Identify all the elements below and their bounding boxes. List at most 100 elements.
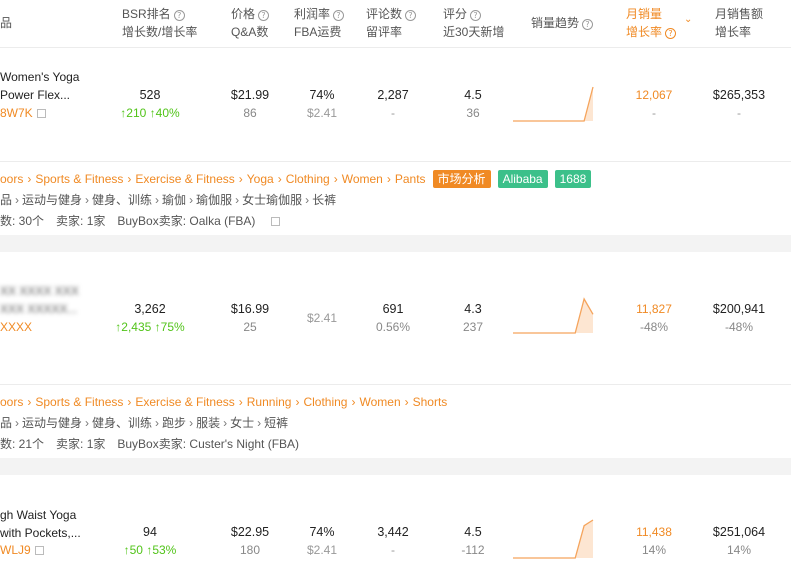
breadcrumb-separator: › [15, 416, 20, 430]
category-breadcrumb[interactable]: oors › Sports & Fitness › Exercise & Fitness… [0, 170, 592, 188]
col-reviews-header[interactable]: 评论数? 留评率 [366, 5, 417, 41]
source-tag-button[interactable]: 市场分析 [432, 170, 491, 188]
profit-cell: $2.41 [306, 311, 338, 325]
monthly-sales-cell: 11,827 -48% [636, 302, 672, 334]
col-monthly-sales-header[interactable]: 月销量 增长率? [626, 5, 677, 41]
breadcrumb-link[interactable]: Women [342, 172, 383, 186]
breadcrumb-link[interactable]: Exercise & Fitness [135, 172, 234, 186]
source-tag-button[interactable]: Alibaba [497, 170, 548, 188]
col-profit-header[interactable]: 利润率? FBA运费 [294, 5, 345, 41]
breadcrumb-link[interactable]: Shorts [413, 395, 448, 409]
product-details: oors › Sports & Fitness › Exercise & Fitness… [0, 384, 791, 458]
breadcrumb-link[interactable]: Pants [395, 172, 426, 186]
breadcrumb-item: 短裤 [264, 416, 289, 430]
table-row[interactable]: gh Waist Yoga with Pockets,... WLJ9 94 ↑50… [0, 475, 791, 575]
breadcrumb-item: 长裤 [312, 193, 337, 207]
breadcrumb-separator: › [257, 416, 262, 430]
price-cell: $22.95 180 [230, 525, 270, 557]
col-trend-header[interactable]: 销量趋势? [531, 14, 594, 32]
bsr-cell: 3,262 ↑2,435 ↑75% [115, 302, 185, 334]
col-bsr-header[interactable]: BSR排名? 增长数/增长率 [122, 5, 197, 41]
breadcrumb-separator: › [404, 395, 409, 409]
breadcrumb-separator: › [238, 172, 243, 186]
breadcrumb-separator: › [305, 193, 310, 207]
breadcrumb-item: 跑步 [162, 416, 187, 430]
breadcrumb-separator: › [85, 193, 90, 207]
bsr-cell: 528 ↑210 ↑40% [120, 88, 180, 120]
breadcrumb-separator: › [189, 416, 194, 430]
sales-trend-sparkline[interactable] [512, 515, 596, 561]
reviews-cell: 3,442- [377, 525, 409, 557]
breadcrumb-separator: › [15, 193, 20, 207]
breadcrumb-link[interactable]: Yoga [247, 172, 274, 186]
table-header: 品 BSR排名? 增长数/增长率 价格? Q&A数 利润率? FBA运费 评论数? 留评… [0, 0, 791, 48]
row-separator [0, 235, 791, 252]
external-link-icon[interactable] [34, 546, 44, 555]
breadcrumb-link[interactable]: Exercise & Fitness [135, 395, 234, 409]
product-title[interactable]: XX XXXX XXX XXX XXXXX... [0, 282, 79, 318]
asin-link[interactable]: 8W7K [0, 104, 46, 122]
breadcrumb-link[interactable]: oors [0, 172, 23, 186]
col-product-header: 品 [0, 16, 13, 30]
breadcrumb-item: 健身、训练 [92, 193, 153, 207]
help-icon[interactable]: ? [173, 10, 185, 21]
sparkline-area [513, 299, 593, 333]
breadcrumb-item: 女士瑜伽服 [242, 193, 303, 207]
breadcrumb-item: 品 [0, 193, 13, 207]
breadcrumb-item: 服装 [196, 416, 221, 430]
monthly-revenue-cell: $251,064 14% [712, 525, 766, 557]
breadcrumb-link[interactable]: Clothing [286, 172, 330, 186]
breadcrumb-link[interactable]: oors [0, 395, 23, 409]
breadcrumb-link[interactable]: Women [359, 395, 400, 409]
breadcrumb-separator: › [351, 395, 356, 409]
external-link-icon[interactable] [36, 109, 46, 118]
breadcrumb-item: 瑜伽 [162, 193, 187, 207]
table-row[interactable]: Women's Yoga Power Flex... 8W7K 528 ↑210 ↑… [0, 48, 791, 161]
table-row[interactable]: XX XXXX XXX XXX XXXXX... XXXX 3,262 ↑2,435… [0, 252, 791, 384]
monthly-sales-cell: 11,438 14% [636, 525, 672, 557]
reviews-cell: 691 0.56% [375, 302, 411, 334]
col-price-header[interactable]: 价格? Q&A数 [231, 5, 270, 41]
breadcrumb-link[interactable]: Running [247, 395, 292, 409]
external-link-icon[interactable] [271, 217, 281, 226]
asin-link[interactable]: XXXX [0, 318, 32, 336]
breadcrumb-link[interactable]: Sports & Fitness [35, 395, 123, 409]
sales-trend-sparkline[interactable] [512, 82, 596, 124]
asin-link[interactable]: WLJ9 [0, 541, 44, 559]
help-icon[interactable]: ? [665, 28, 677, 39]
breadcrumb-link[interactable]: Clothing [303, 395, 347, 409]
breadcrumb-item: 品 [0, 416, 13, 430]
sales-trend-sparkline[interactable] [512, 294, 596, 336]
sort-desc-icon[interactable]: ⌄ [684, 14, 692, 25]
breadcrumb-link[interactable]: Sports & Fitness [35, 172, 123, 186]
help-icon[interactable]: ? [582, 19, 594, 30]
breadcrumb-separator: › [295, 395, 300, 409]
col-monthly-revenue-header[interactable]: 月销售额 增长率 [715, 5, 763, 41]
breadcrumb-separator: › [85, 416, 90, 430]
breadcrumb-separator: › [127, 172, 132, 186]
monthly-revenue-cell: $265,353- [712, 88, 766, 120]
source-tag-button[interactable]: 1688 [554, 170, 592, 188]
rating-cell: 4.5 36 [464, 88, 482, 120]
product-title[interactable]: gh Waist Yoga with Pockets,... [0, 506, 81, 542]
help-icon[interactable]: ? [258, 10, 270, 21]
profit-cell: 74% $2.41 [306, 525, 338, 557]
col-rating-header[interactable]: 评分? 近30天新增 [443, 5, 504, 41]
product-title[interactable]: Women's Yoga Power Flex... [0, 68, 79, 104]
category-breadcrumb[interactable]: oors › Sports & Fitness › Exercise & Fitness… [0, 393, 447, 411]
price-cell: $16.99 25 [230, 302, 270, 334]
category-breadcrumb-cn: 品 › 运动与健身 › 健身、训练 › 瑜伽 › 瑜伽服 › 女士瑜伽服 › 长裤 [0, 191, 336, 209]
help-icon[interactable]: ? [333, 10, 345, 21]
product-details: oors › Sports & Fitness › Exercise & Fitness… [0, 161, 791, 235]
price-cell: $21.99 86 [230, 88, 270, 120]
breadcrumb-separator: › [189, 193, 194, 207]
row-separator [0, 458, 791, 475]
breadcrumb-separator: › [386, 172, 391, 186]
breadcrumb-separator: › [155, 416, 160, 430]
help-icon[interactable]: ? [470, 10, 482, 21]
help-icon[interactable]: ? [405, 10, 417, 21]
profit-cell: 74% $2.41 [306, 88, 338, 120]
breadcrumb-separator: › [238, 395, 243, 409]
seller-info: 数: 21个 卖家: 1家 BuyBox卖家: Custer's Night (FB… [0, 437, 300, 451]
bsr-cell: 94 ↑50 ↑53% [123, 525, 177, 557]
